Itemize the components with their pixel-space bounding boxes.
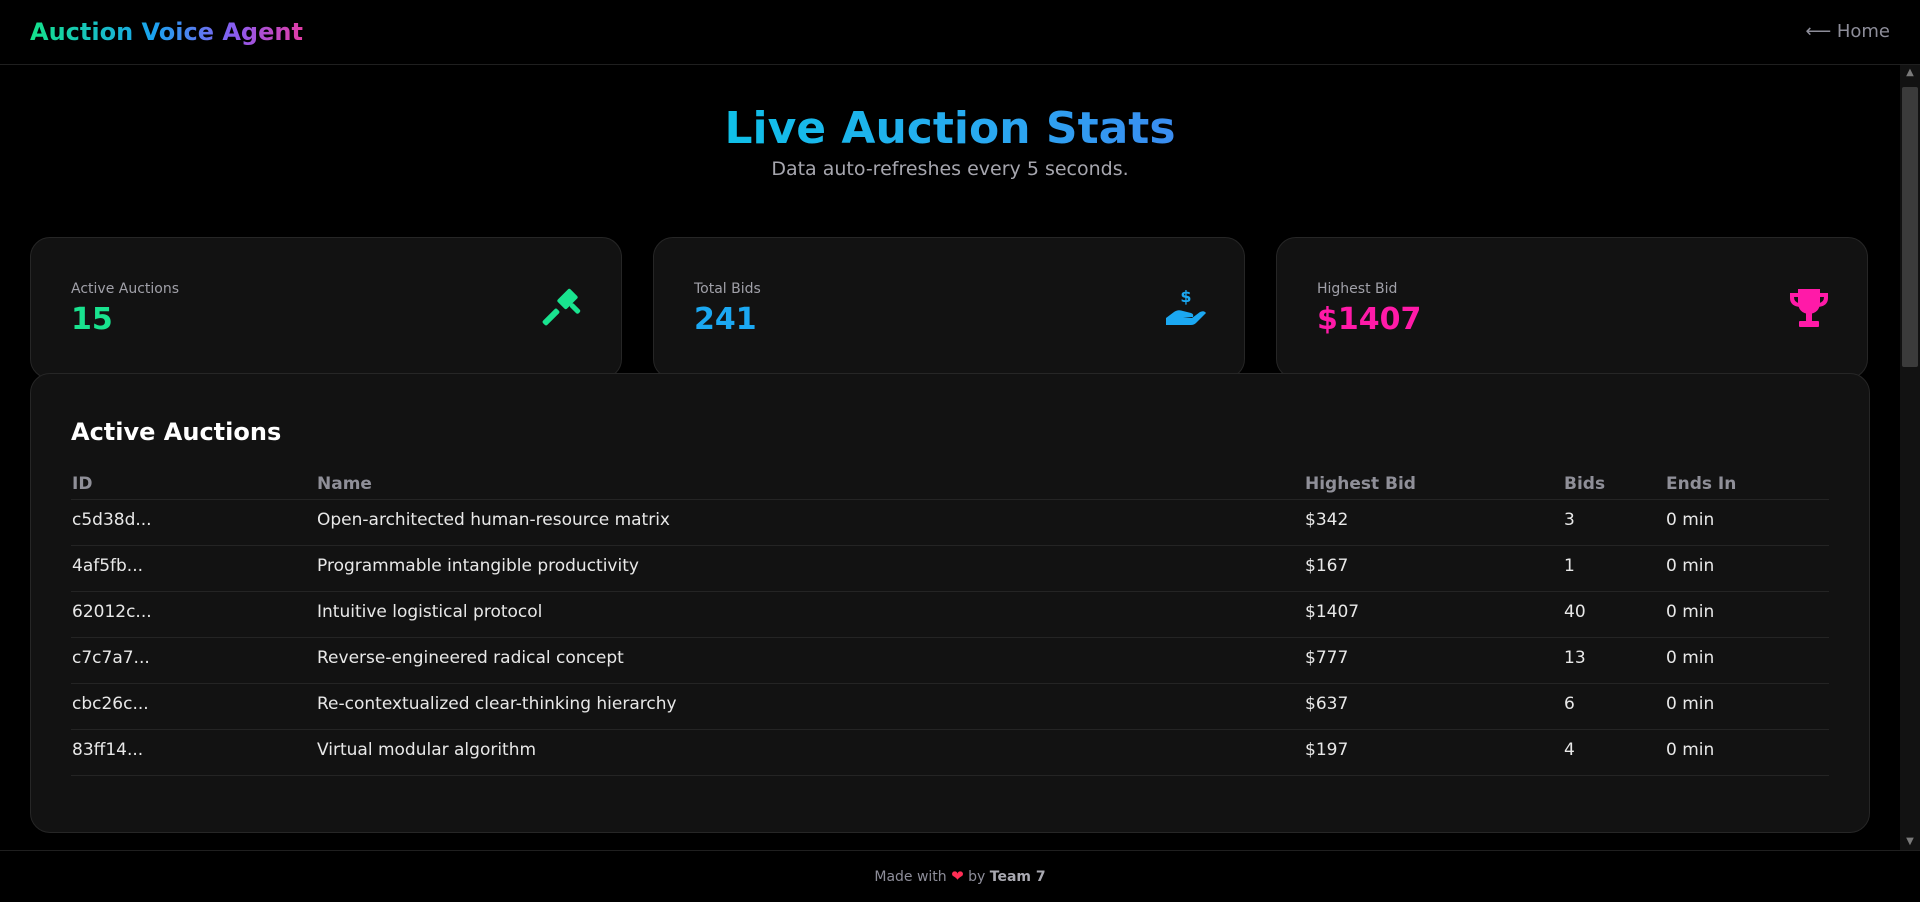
main-content: Live Auction Stats Data auto-refreshes e… <box>0 65 1900 850</box>
stat-label: Highest Bid <box>1317 281 1398 297</box>
row-divider <box>71 683 1829 684</box>
cell-name: Re-contextualized clear-thinking hierarc… <box>317 694 677 714</box>
row-divider <box>71 637 1829 638</box>
column-header-name[interactable]: Name <box>317 474 372 494</box>
stat-label: Total Bids <box>694 281 761 297</box>
cell-name: Virtual modular algorithm <box>317 740 537 760</box>
cell-ends-in: 0 min <box>1666 740 1715 760</box>
column-header-ends-in[interactable]: Ends In <box>1666 474 1736 494</box>
svg-text:$: $ <box>1180 287 1191 306</box>
row-divider <box>71 775 1829 776</box>
cell-highest-bid: $197 <box>1305 740 1349 760</box>
cell-name: Reverse-engineered radical concept <box>317 648 624 668</box>
cell-name: Open-architected human-resource matrix <box>317 510 670 530</box>
cell-bids: 3 <box>1564 510 1575 530</box>
home-link[interactable]: ⟵ Home <box>1805 21 1890 42</box>
brand-logo[interactable]: Auction Voice Agent <box>30 18 303 46</box>
cell-highest-bid: $342 <box>1305 510 1349 530</box>
cell-id: 83ff14... <box>72 740 144 760</box>
cell-id: 62012c... <box>72 602 152 622</box>
trophy-icon <box>1790 289 1828 327</box>
stat-card-total-bids: Total Bids 241 $ <box>653 237 1245 379</box>
cell-highest-bid: $777 <box>1305 648 1349 668</box>
row-divider <box>71 729 1829 730</box>
row-divider <box>71 545 1829 546</box>
cell-bids: 1 <box>1564 556 1575 576</box>
stat-label: Active Auctions <box>71 281 180 297</box>
cell-ends-in: 0 min <box>1666 602 1715 622</box>
cell-bids: 4 <box>1564 740 1575 760</box>
cell-id: c7c7a7... <box>72 648 150 668</box>
cell-ends-in: 0 min <box>1666 556 1715 576</box>
hand-dollar-icon: $ <box>1166 287 1206 325</box>
cell-id: 4af5fb... <box>72 556 144 576</box>
table-title: Active Auctions <box>71 418 282 446</box>
footer-made-with: Made with <box>874 869 947 885</box>
heart-icon: ❤ <box>951 867 964 885</box>
cell-highest-bid: $637 <box>1305 694 1349 714</box>
stat-card-highest-bid: Highest Bid $1407 <box>1276 237 1868 379</box>
scrollbar-thumb[interactable] <box>1902 87 1918 367</box>
cell-ends-in: 0 min <box>1666 648 1715 668</box>
stat-value: 15 <box>71 302 113 337</box>
footer-team: Team 7 <box>989 869 1046 885</box>
header-divider <box>71 499 1829 500</box>
gavel-icon <box>542 288 581 326</box>
page-title: Live Auction Stats <box>0 103 1900 154</box>
cell-bids: 13 <box>1564 648 1586 668</box>
cell-highest-bid: $1407 <box>1305 602 1360 622</box>
page-subtitle: Data auto-refreshes every 5 seconds. <box>771 158 1129 180</box>
cell-name: Intuitive logistical protocol <box>317 602 543 622</box>
column-header-highest-bid[interactable]: Highest Bid <box>1305 474 1416 494</box>
cell-bids: 40 <box>1564 602 1586 622</box>
row-divider <box>71 591 1829 592</box>
footer-by: by <box>968 869 986 885</box>
scroll-down-icon[interactable]: ▼ <box>1900 834 1920 850</box>
footer: Made with ❤ by Team 7 <box>0 850 1920 901</box>
scroll-up-icon[interactable]: ▲ <box>1900 65 1920 81</box>
column-header-id[interactable]: ID <box>72 474 92 494</box>
column-header-bids[interactable]: Bids <box>1564 474 1605 494</box>
cell-id: c5d38d... <box>72 510 152 530</box>
top-navbar: Auction Voice Agent ⟵ Home <box>0 0 1920 65</box>
vertical-scrollbar[interactable]: ▲ ▼ <box>1900 65 1920 850</box>
cell-ends-in: 0 min <box>1666 694 1715 714</box>
cell-bids: 6 <box>1564 694 1575 714</box>
cell-id: cbc26c... <box>72 694 149 714</box>
cell-name: Programmable intangible productivity <box>317 556 639 576</box>
stat-value: $1407 <box>1317 302 1422 337</box>
page-title-text: Live Auction Stats <box>724 103 1176 154</box>
cell-highest-bid: $167 <box>1305 556 1349 576</box>
stat-card-active-auctions: Active Auctions 15 <box>30 237 622 379</box>
stat-value: 241 <box>694 302 757 337</box>
active-auctions-card: Active Auctions ID Name Highest Bid Bids… <box>30 373 1870 833</box>
cell-ends-in: 0 min <box>1666 510 1715 530</box>
